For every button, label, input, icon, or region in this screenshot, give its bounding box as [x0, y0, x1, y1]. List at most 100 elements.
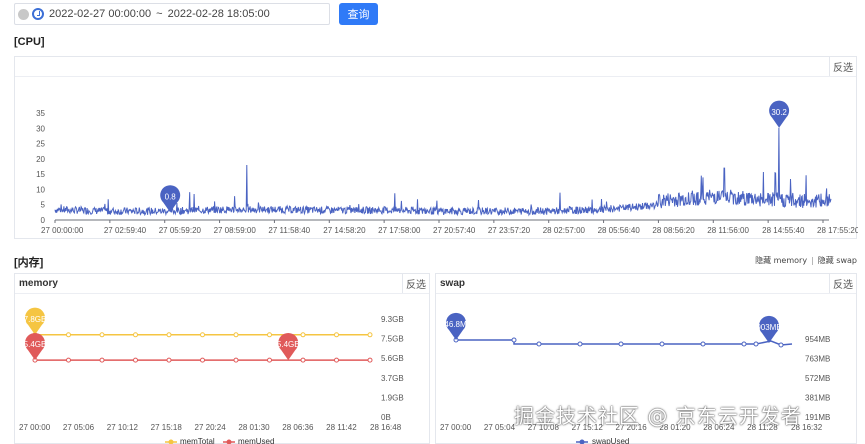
mem-y-tick: 0B [381, 413, 391, 422]
mem-point [300, 332, 306, 338]
cpu-marker-0-label: 0.8 [165, 192, 177, 201]
swap-y-tick: 954MB [805, 335, 830, 344]
mem-point [166, 357, 172, 363]
cpu-x-tick: 27 14:58:20 [323, 226, 366, 235]
cpu-x-tick: 27 11:58:40 [268, 226, 310, 235]
swap-panel-header: swap 反选 [436, 274, 856, 294]
swap-point [659, 341, 665, 347]
mem-legend-dot [226, 439, 232, 444]
cpu-y-tick: 20 [36, 155, 45, 164]
memory-panel-title: memory [19, 278, 58, 289]
mem-point [133, 357, 138, 363]
mem-x-tick: 28 11:42 [326, 423, 357, 432]
mem-marker-end-1-label: 5.4GB [277, 340, 300, 349]
cpu-x-tick: 28 11:56:00 [707, 226, 749, 235]
clear-icon[interactable] [18, 8, 29, 20]
mem-marker-start-0-label: 7.8GB [24, 315, 47, 324]
swap-point [700, 341, 706, 347]
swap-y-tick: 191MB [805, 413, 830, 422]
mem-legend-memUsed: memUsed [238, 437, 274, 444]
swap-y-tick: 763MB [805, 355, 830, 364]
swap-point [741, 341, 747, 347]
mem-point [133, 332, 138, 338]
cpu-x-tick: 27 08:59:00 [214, 226, 257, 235]
range-separator: ~ [156, 8, 163, 20]
cpu-y-tick: 0 [41, 216, 46, 225]
mem-point [367, 332, 373, 338]
memory-chart: 0B 1.9GB 3.7GB 5.6GB 7.5GB 9.3GB 27 00:00 27 05… [19, 307, 404, 444]
cpu-x-tick: 27 20:57:40 [433, 226, 476, 235]
links-separator: | [811, 256, 814, 265]
cpu-section-title: [CPU] [14, 36, 45, 48]
memory-panel: memory 反选 0B 1.9GB 3.7GB 5.6GB 7.5GB 9.3GB 27 … [14, 273, 430, 444]
cpu-x-tick: 28 02:57:00 [543, 226, 586, 235]
swap-legend-swapUsed: swapUsed [592, 437, 629, 444]
cpu-panel-header: 反选 [15, 57, 856, 77]
date-range-picker[interactable]: 2022-02-27 00:00:00 ~ 2022-02-28 18:05:0… [14, 3, 330, 25]
mem-x-tick: 27 10:12 [107, 423, 139, 432]
cpu-chart: 0 5 10 15 20 25 30 35 27 00:00:00 27 02:59:40 27 0… [36, 100, 860, 250]
mem-point [334, 332, 339, 338]
cpu-panel: 反选 0 5 10 15 20 25 30 35 27 00:00:00 27 02:59:40 2… [14, 56, 860, 250]
mem-x-tick: 27 00:00 [19, 423, 51, 432]
mem-y-tick: 7.5GB [381, 335, 404, 344]
cpu-x-tick: 27 05:59:20 [159, 226, 202, 235]
cpu-y-tick: 15 [36, 170, 45, 179]
cpu-x-tick: 28 14:55:40 [762, 226, 805, 235]
mem-legend-dot [168, 439, 174, 444]
cpu-y-tick: 35 [36, 109, 45, 118]
mem-point [66, 357, 71, 363]
mem-point [166, 332, 172, 338]
mem-point [267, 332, 272, 338]
swap-y-tick: 381MB [805, 394, 830, 403]
memory-section-title: [内存] [14, 257, 44, 269]
cpu-y-tick: 10 [36, 185, 45, 194]
cpu-reverse-button[interactable]: 反选 [829, 57, 856, 76]
mem-point [99, 332, 105, 338]
swap-point [577, 341, 583, 347]
cpu-x-tick: 27 00:00:00 [41, 226, 84, 235]
mem-point [200, 357, 205, 363]
hide-swap-link[interactable]: 隐藏 swap [818, 256, 857, 265]
hide-memory-link[interactable]: 隐藏 memory [755, 256, 807, 265]
mem-point [300, 357, 306, 363]
cpu-y-tick: 30 [36, 124, 45, 133]
mem-y-tick: 3.7GB [381, 374, 404, 383]
swap-x-tick: 27 00:00 [440, 423, 472, 432]
swap-panel-title: swap [440, 278, 466, 289]
swap-point [536, 341, 542, 347]
memory-toggle-links: 隐藏 memory | 隐藏 swap [755, 255, 857, 266]
query-bar: 2022-02-27 00:00:00 ~ 2022-02-28 18:05:0… [14, 3, 378, 25]
mem-x-tick: 27 15:18 [151, 423, 183, 432]
cpu-x-tick: 28 08:56:20 [652, 226, 695, 235]
memory-reverse-button[interactable]: 反选 [402, 274, 429, 293]
mem-x-tick: 28 16:48 [370, 423, 402, 432]
swap-marker-end-label: 903MB [756, 323, 781, 332]
cpu-x-tick: 28 05:56:40 [598, 226, 641, 235]
mem-legend-memTotal: memTotal [180, 437, 215, 444]
swap-y-tick: 572MB [805, 374, 830, 383]
mem-y-tick: 1.9GB [381, 393, 404, 402]
clock-icon [32, 8, 44, 20]
mem-y-tick: 9.3GB [381, 315, 404, 324]
mem-point [233, 357, 239, 363]
swap-point [511, 337, 517, 343]
mem-point [99, 357, 105, 363]
range-start: 2022-02-27 00:00:00 [49, 8, 152, 20]
cpu-y-tick: 25 [36, 140, 45, 149]
mem-point [66, 332, 71, 338]
memory-panel-header: memory 反选 [15, 274, 429, 294]
cpu-x-tick: 28 17:55:20 [817, 226, 858, 235]
mem-x-tick: 27 20:24 [195, 423, 227, 432]
swap-point [753, 341, 759, 347]
range-end: 2022-02-28 18:05:00 [167, 8, 270, 20]
cpu-x-tick: 27 23:57:20 [488, 226, 531, 235]
swap-point [778, 342, 784, 348]
mem-point [267, 357, 272, 363]
swap-reverse-button[interactable]: 反选 [829, 274, 856, 293]
cpu-x-tick: 27 02:59:40 [104, 226, 147, 235]
mem-x-tick: 28 06:36 [282, 423, 314, 432]
mem-point [233, 332, 239, 338]
mem-point [367, 357, 373, 363]
query-button[interactable]: 查询 [339, 3, 378, 25]
